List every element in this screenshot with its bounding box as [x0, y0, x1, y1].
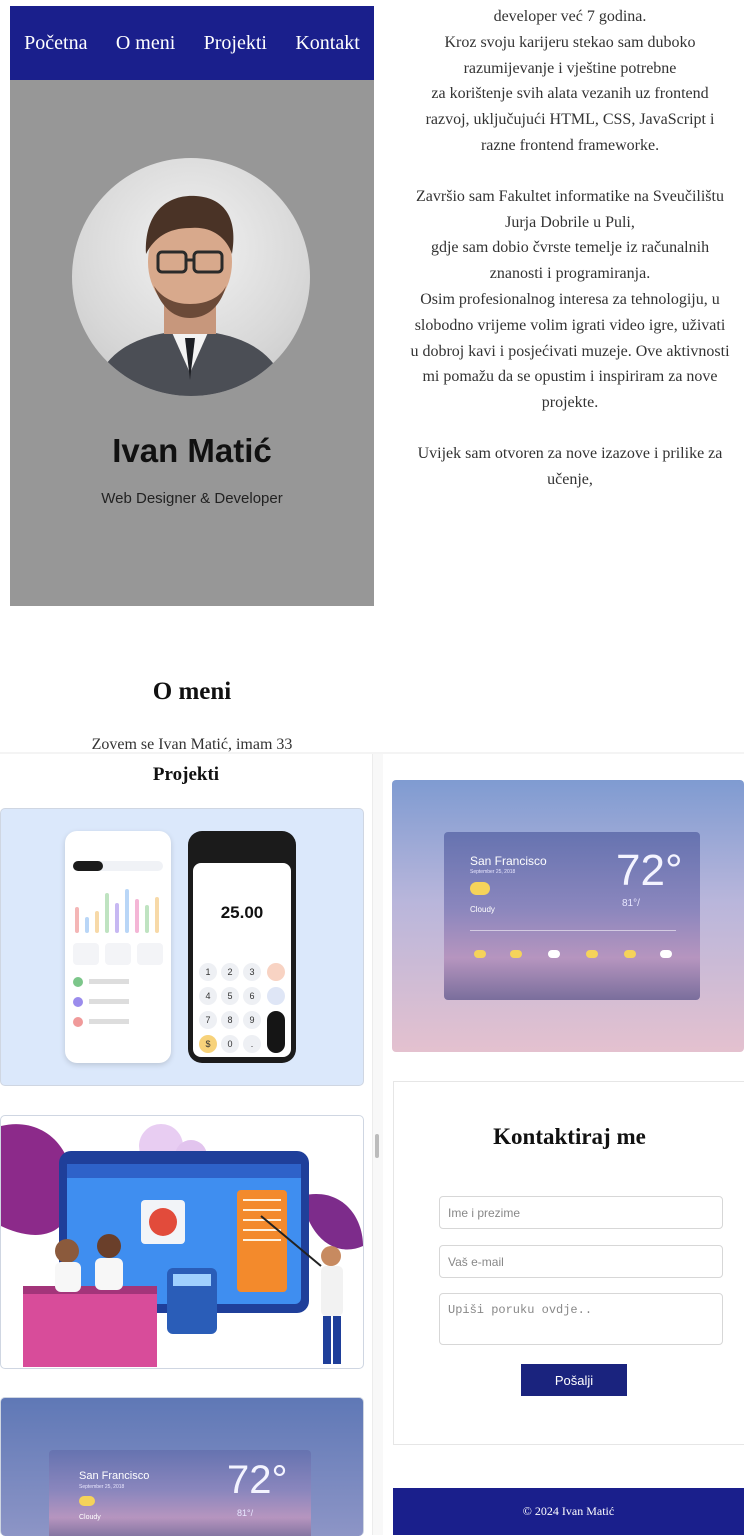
cloud-sun-icon: [79, 1496, 95, 1506]
about-intro-text: Zovem se Ivan Matić, imam 33: [91, 736, 293, 752]
email-input[interactable]: [439, 1245, 723, 1278]
calc-key: 9: [243, 1011, 261, 1029]
message-textarea[interactable]: [439, 1293, 723, 1345]
contact-title: Kontaktiraj me: [493, 1124, 646, 1149]
nav-link-projekti[interactable]: Projekti: [204, 32, 267, 55]
calc-key: 5: [221, 987, 239, 1005]
nav-link-o-meni[interactable]: O meni: [116, 32, 175, 55]
weather-temperature: 72°: [227, 1458, 288, 1502]
person-portrait-icon: [92, 195, 288, 396]
calc-key: 3: [243, 963, 261, 981]
hero-name: Ivan Matić: [112, 432, 272, 469]
calc-op-key: [267, 987, 285, 1005]
nav-link-kontakt[interactable]: Kontakt: [295, 32, 359, 55]
calc-key: 4: [199, 987, 217, 1005]
project-card-finance-app[interactable]: 25.00 1 2 3 4 5 6 7 8 9 $ 0 .: [0, 808, 364, 1086]
finance-bar-chart: [73, 883, 163, 933]
weather-hi-lo: 81°/: [622, 898, 640, 909]
calc-key: 8: [221, 1011, 239, 1029]
weather-widget: San Francisco September 25, 2018 72° Clo…: [49, 1450, 311, 1536]
calc-key: .: [243, 1035, 261, 1053]
forecast-cloud-icon: [660, 950, 672, 958]
projects-title: Projekti: [152, 764, 220, 785]
profile-photo: [72, 158, 310, 396]
calc-delete-key: [267, 963, 285, 981]
project-card-restaurant-app[interactable]: [0, 1115, 364, 1369]
calc-key: 2: [221, 963, 239, 981]
weather-city: San Francisco: [470, 854, 547, 868]
forecast-cloud-icon: [548, 950, 560, 958]
about-paragraph: developer već 7 godina. Kroz svoju karij…: [425, 8, 715, 154]
cloud-sun-icon: [470, 882, 490, 895]
navbar: Početna O meni Projekti Kontakt: [10, 6, 374, 80]
contact-section: Kontaktiraj me Pošalji: [393, 1081, 744, 1445]
forecast-cloud-icon: [510, 950, 522, 958]
project-card-weather-app[interactable]: San Francisco September 25, 2018 72° Clo…: [0, 1397, 364, 1536]
resize-handle-icon[interactable]: [375, 1134, 379, 1158]
weather-date: September 25, 2018: [79, 1484, 125, 1490]
hero-section: Ivan Matić Web Designer & Developer: [10, 80, 374, 606]
nav-link-pocetna[interactable]: Početna: [24, 32, 87, 55]
forecast-cloud-icon: [586, 950, 598, 958]
finance-phone-mockup: [65, 831, 171, 1063]
about-paragraph: Završio sam Fakultet informatike na Sveu…: [410, 187, 730, 412]
forecast-cloud-icon: [474, 950, 486, 958]
weather-temperature: 72°: [616, 846, 683, 895]
forecast-cloud-icon: [624, 950, 636, 958]
calc-key: 6: [243, 987, 261, 1005]
weather-date: September 25, 2018: [470, 869, 516, 875]
name-input[interactable]: [439, 1196, 723, 1229]
weather-hi-lo: 81°/: [237, 1508, 254, 1518]
calc-key: $: [199, 1035, 217, 1053]
weather-widget: San Francisco September 25, 2018 72° Clo…: [444, 832, 700, 1000]
send-button[interactable]: Pošalji: [521, 1364, 627, 1396]
about-title: O meni: [152, 678, 232, 705]
restaurant-illustration-icon: [1, 1124, 363, 1367]
footer: © 2024 Ivan Matić: [393, 1488, 744, 1535]
calculator-amount: 25.00: [220, 903, 264, 922]
weather-condition: Cloudy: [79, 1514, 101, 1521]
calc-key: 1: [199, 963, 217, 981]
project-card-weather-preview[interactable]: San Francisco September 25, 2018 72° Clo…: [392, 780, 744, 1052]
about-paragraph: Uvijek sam otvoren za nove izazove i pri…: [417, 444, 723, 488]
calculator-phone-mockup: 25.00 1 2 3 4 5 6 7 8 9 $ 0 .: [188, 831, 296, 1063]
calc-key: 7: [199, 1011, 217, 1029]
forecast-divider: [470, 930, 676, 931]
weather-city: San Francisco: [79, 1470, 150, 1482]
about-text-column: developer već 7 godina. Kroz svoju karij…: [410, 4, 730, 752]
hero-role: Web Designer & Developer: [101, 490, 283, 507]
calculator-screen: 25.00 1 2 3 4 5 6 7 8 9 $ 0 .: [193, 863, 291, 1057]
calc-enter-key: [267, 1011, 285, 1053]
calc-key: 0: [221, 1035, 239, 1053]
weather-condition: Cloudy: [470, 905, 495, 914]
